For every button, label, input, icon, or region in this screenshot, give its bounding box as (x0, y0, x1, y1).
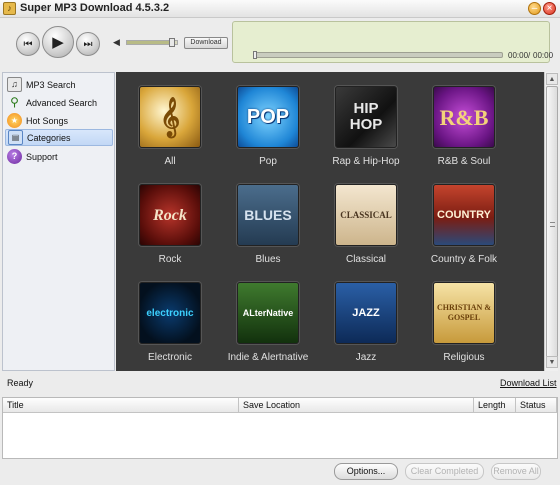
category-cover: JAZZ (335, 282, 397, 344)
category-electronic[interactable]: electronic Electronic (122, 268, 218, 363)
category-label: Jazz (355, 352, 377, 363)
category-cover: CHRISTIAN & GOSPEL (433, 282, 495, 344)
category-pop[interactable]: POP Pop (220, 72, 316, 167)
table-header: Title Save Location Length Status (3, 398, 557, 413)
volume-fill (127, 41, 172, 44)
category-label: Indie & Alertnative (227, 352, 309, 363)
hot-icon: ★ (7, 113, 22, 128)
time-separator: / (528, 51, 531, 60)
column-header-length[interactable]: Length (474, 398, 516, 413)
clear-completed-button[interactable]: Clear Completed (405, 463, 484, 480)
category-cover: POP (237, 86, 299, 148)
category-label: R&B & Soul (437, 156, 491, 167)
skip-forward-icon: ⏭ (83, 38, 93, 50)
sidebar-item-label: Categories (27, 132, 71, 143)
column-header-title[interactable]: Title (3, 398, 239, 413)
magnifier-icon: ⚲ (10, 95, 19, 109)
sidebar-item-hot-songs[interactable]: ★ Hot Songs (5, 112, 113, 129)
music-file-icon: ♫ (7, 77, 22, 92)
sidebar-item-advanced-search[interactable]: ⚲ Advanced Search (5, 94, 113, 111)
minimize-button[interactable]: – (528, 2, 541, 15)
category-rap-hip-hop[interactable]: HIP HOP Rap & Hip-Hop (318, 72, 414, 167)
category-cover: R&B (433, 86, 495, 148)
category-cover: BLUES (237, 184, 299, 246)
category-jazz[interactable]: JAZZ Jazz (318, 268, 414, 363)
sidebar-item-label: Advanced Search (26, 97, 98, 108)
category-label: Rap & Hip-Hop (332, 156, 400, 167)
sidebar: ♫ MP3 Search ⚲ Advanced Search ★ Hot Son… (2, 72, 115, 371)
now-playing-display: 00:00 / 00:00 (232, 21, 554, 63)
title-bar: ♪ Super MP3 Download 4.5.3.2 – × (0, 0, 560, 18)
download-list-link[interactable]: Download List (500, 378, 557, 388)
download-table: Title Save Location Length Status (2, 397, 558, 459)
scroll-up-icon[interactable]: ▲ (546, 73, 558, 85)
music-note-icon: ♪ (3, 2, 16, 15)
category-label: Electronic (148, 352, 192, 363)
previous-track-button[interactable]: ⏮ (16, 32, 40, 56)
category-label: Classical (345, 254, 386, 265)
sidebar-item-support[interactable]: ? Support (5, 148, 113, 165)
category-religious[interactable]: CHRISTIAN & GOSPEL Religious (416, 268, 512, 363)
next-track-button[interactable]: ⏭ (76, 32, 100, 56)
scroll-down-icon[interactable]: ▼ (546, 356, 558, 368)
play-icon: ▶ (52, 34, 64, 51)
category-label: All (164, 156, 176, 167)
category-label: Rock (158, 254, 182, 265)
category-cover: HIP HOP (335, 86, 397, 148)
categories-scrollbar[interactable]: ▲ ▼ (544, 72, 558, 371)
status-text: Ready (7, 378, 34, 388)
category-label: Pop (259, 156, 277, 167)
category-label: Country & Folk (430, 254, 498, 265)
window-title: Super MP3 Download 4.5.3.2 (20, 2, 170, 14)
volume-icon: ◀ (113, 37, 120, 47)
category-all[interactable]: 𝄞 All (122, 72, 218, 167)
sidebar-item-label: Hot Songs (26, 115, 69, 126)
category-classical[interactable]: CLASSICAL Classical (318, 170, 414, 265)
options-button[interactable]: Options... (334, 463, 398, 480)
play-button[interactable]: ▶ (42, 26, 74, 58)
category-cover: electronic (139, 282, 201, 344)
sidebar-item-categories[interactable]: ▤ Categories (5, 129, 113, 146)
category-blues[interactable]: BLUES Blues (220, 170, 316, 265)
category-cover: Rock (139, 184, 201, 246)
categories-grid: 𝄞 All POP Pop HIP HOP Rap & Hip-Hop R&B … (116, 72, 544, 371)
seek-slider[interactable] (253, 51, 503, 59)
download-button[interactable]: Download (184, 37, 228, 49)
category-label: Religious (443, 352, 485, 363)
category-indie-alternative[interactable]: ALterNative Indie & Alertnative (220, 268, 316, 363)
column-header-save-location[interactable]: Save Location (239, 398, 474, 413)
category-rock[interactable]: Rock Rock (122, 170, 218, 265)
category-rnb-soul[interactable]: R&B R&B & Soul (416, 72, 512, 167)
grip-icon (549, 222, 555, 227)
player-panel: ⏮ ▶ ⏭ ◀ Download 00:00 / 00:00 (0, 18, 560, 70)
category-label: Blues (255, 254, 281, 265)
bottom-toolbar: Options... Clear Completed Remove All (0, 459, 560, 485)
category-cover: 𝄞 (139, 86, 201, 148)
volume-slider[interactable] (126, 38, 178, 47)
column-header-status[interactable]: Status (516, 398, 557, 413)
seek-handle[interactable] (253, 51, 257, 59)
category-cover: COUNTRY (433, 184, 495, 246)
remove-all-button[interactable]: Remove All (491, 463, 541, 480)
help-icon: ? (7, 149, 22, 164)
categories-icon: ▤ (8, 130, 23, 145)
total-time: 00:00 (533, 51, 554, 60)
category-cover: ALterNative (237, 282, 299, 344)
category-country-folk[interactable]: COUNTRY Country & Folk (416, 170, 512, 265)
category-cover: CLASSICAL (335, 184, 397, 246)
close-button[interactable]: × (543, 2, 556, 15)
sidebar-item-label: Support (26, 151, 58, 162)
treble-clef-icon: 𝄞 (159, 98, 181, 136)
scroll-thumb[interactable] (546, 86, 558, 363)
sidebar-item-label: MP3 Search (26, 79, 76, 90)
current-time: 00:00 (508, 51, 529, 60)
skip-back-icon: ⏮ (23, 38, 33, 50)
volume-handle[interactable] (169, 38, 175, 47)
sidebar-item-mp3-search[interactable]: ♫ MP3 Search (5, 76, 113, 93)
